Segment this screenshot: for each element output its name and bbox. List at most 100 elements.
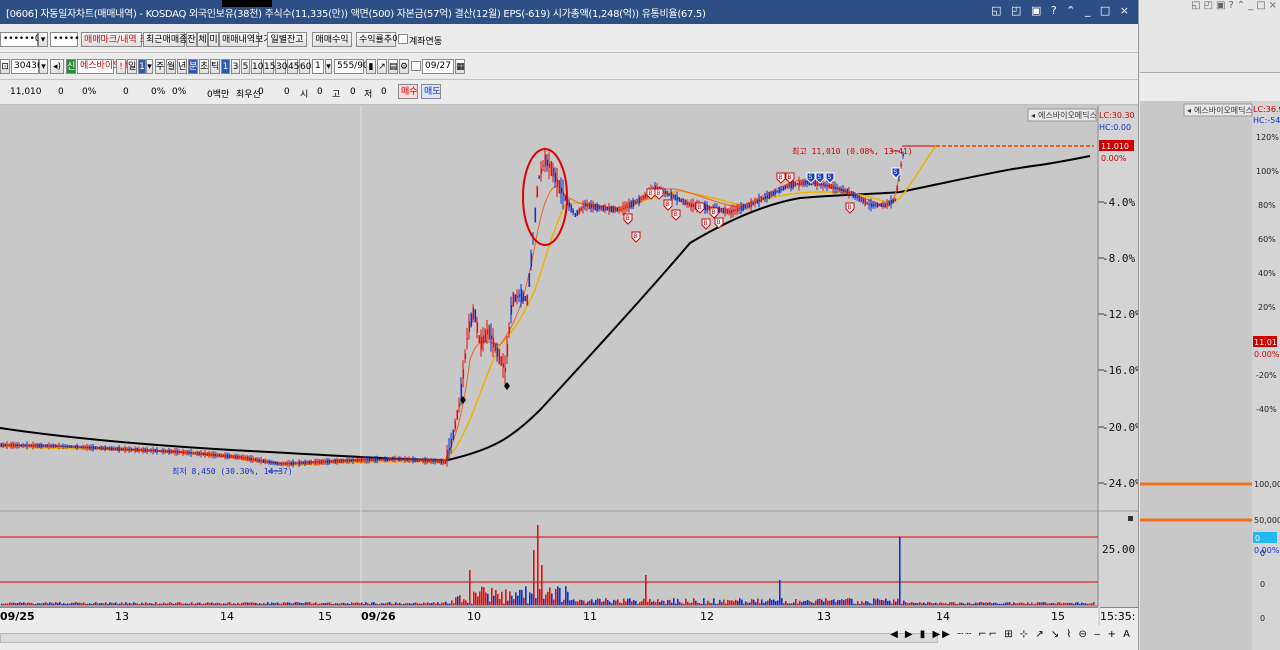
interval-15-button[interactable]: 15 — [263, 59, 275, 74]
date-checkbox[interactable] — [411, 61, 421, 71]
period-week-button[interactable]: 주 — [155, 59, 165, 74]
balance-button[interactable]: 잔 — [186, 32, 197, 47]
candle-body — [156, 449, 159, 453]
period-minute-button[interactable]: 분 — [188, 59, 198, 74]
volume-bar — [969, 603, 971, 605]
volume-bar — [861, 601, 863, 605]
chart-navigation-bar: ◀ ▶ ▮ ▶▶ ┈┈ ⌐⌐ ⊞ ⊹ ↗ ↘ ⌇ ⊖ ‒ + A — [0, 625, 1138, 650]
side-price-label: 11.01 — [1254, 338, 1277, 347]
interval-1-button[interactable]: 1 — [221, 59, 230, 74]
interval-45-button[interactable]: 45 — [287, 59, 299, 74]
line-chart-icon[interactable]: ↗ — [377, 59, 387, 74]
candle-body — [268, 460, 271, 464]
candle-body — [414, 458, 417, 462]
period-selected-indicator[interactable]: 1 — [138, 59, 146, 74]
stock-code-input[interactable]: 304360 — [11, 59, 48, 74]
side-panel-toolbar — [1140, 73, 1280, 102]
interval-10-button[interactable]: 10 — [251, 59, 263, 74]
buy-button[interactable]: 매수 — [398, 84, 418, 99]
save-icon[interactable]: ▤ — [388, 59, 398, 74]
volume-bar — [453, 603, 455, 605]
candle-body — [622, 207, 625, 210]
speaker-icon[interactable]: ◂) — [50, 59, 64, 74]
settings-gear-icon[interactable]: ⚙ — [399, 59, 409, 74]
trade-history-button[interactable]: 매매내역보기 — [219, 32, 272, 47]
volume-bar — [923, 602, 925, 605]
candle-body — [72, 446, 75, 448]
candle-body — [616, 207, 619, 212]
sell-button[interactable]: 매도 — [421, 84, 441, 99]
filled-button[interactable]: 체 — [197, 32, 208, 47]
code-dropdown-button[interactable]: ▾ — [39, 59, 48, 74]
volume-bar — [353, 603, 355, 605]
candle-body — [180, 450, 183, 454]
interval-30-button[interactable]: 30 — [275, 59, 287, 74]
interval-3-button[interactable]: 3 — [231, 59, 240, 74]
lc-label: LC:30.30 — [1099, 111, 1135, 120]
candle-body — [188, 452, 191, 454]
daily-balance-button[interactable]: 일별잔고 — [267, 32, 307, 47]
volume-bar — [707, 600, 709, 605]
volume-bar — [41, 603, 43, 605]
date-input[interactable]: 09/27 — [422, 59, 454, 74]
period-second-button[interactable]: 초 — [199, 59, 209, 74]
candle-body — [212, 453, 215, 457]
candle-body — [334, 459, 337, 464]
volume-bar — [77, 602, 79, 605]
svg-text:◂: ◂ — [1187, 106, 1191, 115]
recent-trades-button[interactable]: 최근매매종목 — [143, 32, 196, 47]
interval-5-button[interactable]: 5 — [241, 59, 250, 74]
account-dropdown-button[interactable]: ▾ — [38, 32, 48, 47]
volume-bar — [947, 603, 949, 605]
side-pct-tick: 100% — [1256, 167, 1279, 176]
candle-body — [900, 163, 903, 167]
interval-input[interactable]: 1 — [312, 59, 324, 74]
bar-count-field[interactable]: 555/900 — [334, 59, 374, 74]
volume-bar — [171, 603, 173, 605]
candle-body — [740, 205, 743, 211]
unfilled-button[interactable]: 미 — [208, 32, 219, 47]
market-badge-icon[interactable]: 신 — [66, 59, 76, 74]
volume-bar — [201, 603, 203, 605]
volume-bar — [9, 602, 11, 605]
period-month-button[interactable]: 월 — [166, 59, 176, 74]
trade-profit-button[interactable]: 매매수익 — [312, 32, 352, 47]
window-controls[interactable]: ◱ ◰ ▣ ? ⌃ _ □ × — [991, 4, 1132, 17]
alert-icon[interactable]: ! — [116, 59, 126, 74]
side-panel-controls[interactable]: ◱◰▣?⌃_□× — [1140, 0, 1280, 16]
time-axis-label: 11 — [583, 610, 597, 623]
profit-trend-button[interactable]: 수익률추이 — [356, 32, 400, 47]
account-select[interactable]: ••••••06 — [0, 32, 46, 47]
interval-dropdown-icon[interactable]: ▾ — [325, 59, 332, 74]
period-dropdown-icon[interactable]: ▾ — [146, 59, 153, 74]
navigation-controls[interactable]: ◀ ▶ ▮ ▶▶ ┈┈ ⌐⌐ ⊞ ⊹ ↗ ↘ ⌇ ⊖ ‒ + A — [890, 629, 1132, 640]
period-tick-button[interactable]: 틱 — [210, 59, 220, 74]
volume-bar — [473, 591, 475, 605]
price-axis-label: -12.0% — [1102, 308, 1138, 321]
volume-bar — [605, 598, 607, 605]
scrollbar-track[interactable] — [0, 633, 938, 643]
volume-bar — [301, 603, 303, 605]
trade-mark-query-button[interactable]: 매매마크/내역 조회 — [81, 32, 156, 47]
interval-60-button[interactable]: 60 — [299, 59, 311, 74]
side-panel-chart[interactable]: ◂ 에스바이오메딕스 LC:36.9 HC:-54. 120% 100% 80%… — [1140, 101, 1280, 650]
volume-bar — [499, 599, 501, 605]
period-year-button[interactable]: 년 — [177, 59, 187, 74]
period-day-button[interactable]: 일 — [127, 59, 137, 74]
candle-body — [544, 154, 547, 166]
calendar-icon[interactable]: ▦ — [455, 59, 465, 74]
account-link-checkbox[interactable] — [398, 34, 408, 44]
volume-bar — [719, 599, 721, 605]
volume-bar — [577, 601, 579, 605]
volume-bar — [231, 603, 233, 605]
price-chart[interactable]: ◂ 에스바이오메딕스 LC:30.30 HC:0.00 11.010 0.00%… — [0, 106, 1138, 630]
volume-bar — [305, 602, 307, 605]
password-field[interactable]: •••••••• — [50, 32, 95, 47]
candle-body — [176, 450, 179, 453]
candle-body — [602, 205, 605, 212]
chart-type-icon[interactable]: ⊡ — [0, 59, 10, 74]
bar-chart-icon[interactable]: ▮ — [366, 59, 376, 74]
stock-name-field[interactable]: 에스바이오메 — [77, 59, 130, 74]
candle-body — [376, 458, 379, 461]
candle-body — [406, 457, 409, 462]
